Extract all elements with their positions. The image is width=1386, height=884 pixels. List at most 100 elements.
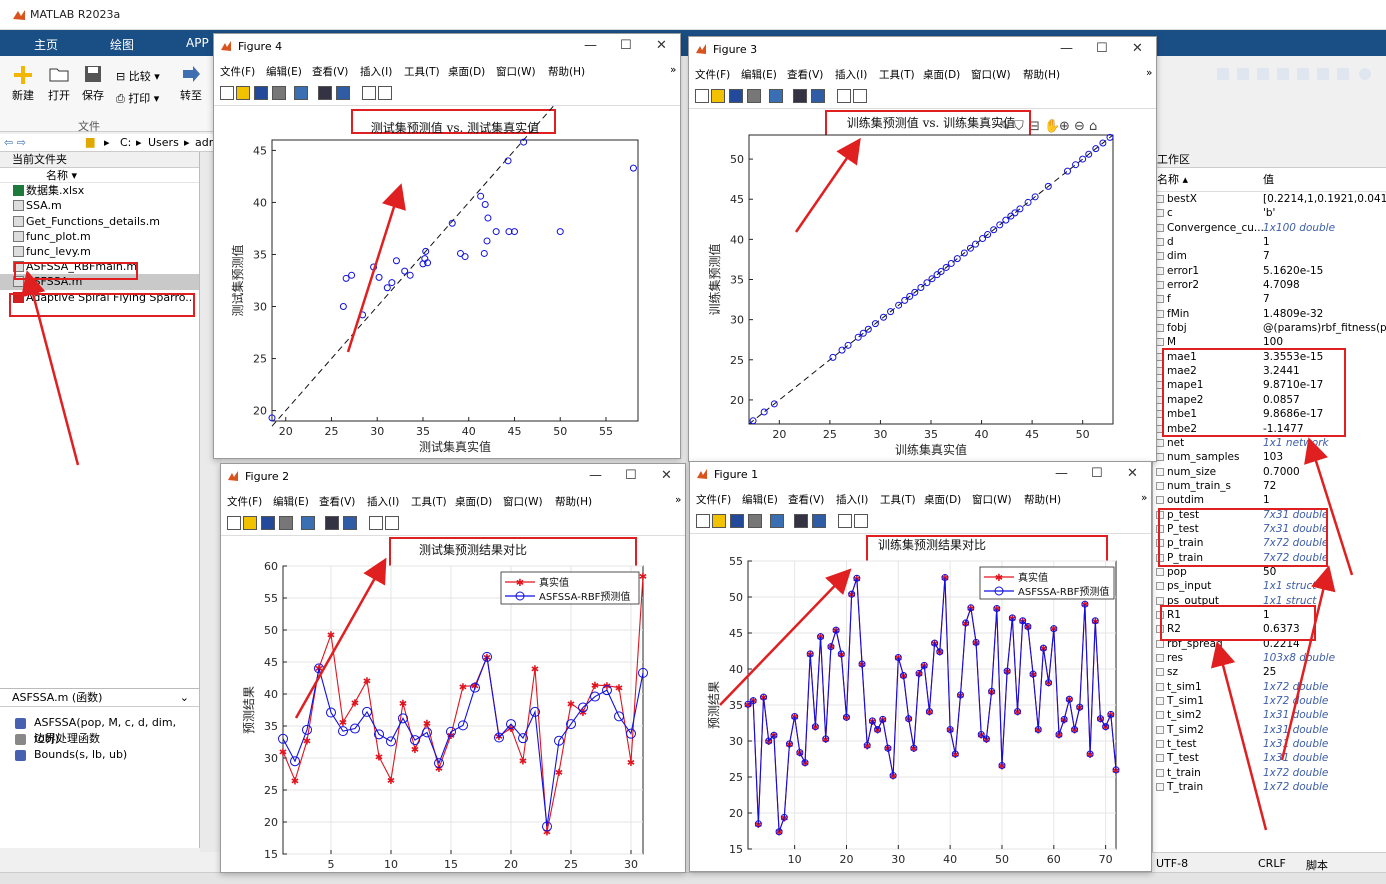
workspace-variable-row[interactable]: ps_output 1x1 struct — [1153, 594, 1386, 608]
link-icon[interactable] — [770, 514, 784, 528]
close-button[interactable]: ✕ — [656, 38, 667, 53]
property-editor-icon[interactable] — [385, 516, 399, 530]
menu-item[interactable]: 桌面(D) — [448, 64, 485, 79]
workspace-variable-row[interactable]: T_sim2 1x31 double — [1153, 723, 1386, 737]
minimize-button[interactable]: — — [1055, 466, 1068, 481]
file-item[interactable]: Get_Functions_details.m — [0, 214, 199, 229]
maximize-button[interactable]: ☐ — [625, 468, 637, 483]
workspace-variable-row[interactable]: p_train 7x72 double — [1153, 536, 1386, 550]
menu-item[interactable]: 帮助(H) — [555, 494, 592, 509]
menu-item[interactable]: 文件(F) — [227, 494, 262, 509]
workspace-variable-row[interactable]: num_samples 103 — [1153, 450, 1386, 464]
menu-item[interactable]: 窗口(W) — [972, 492, 1012, 507]
colorbar-icon[interactable] — [794, 514, 808, 528]
address-bar[interactable]: ⇦ ⇨ ▆ ▸ C: ▸ Users ▸ adm — [0, 134, 219, 152]
workspace-variable-row[interactable]: rbf_spread 0.2214 — [1153, 637, 1386, 651]
workspace-variable-row[interactable]: R2 0.6373 — [1153, 622, 1386, 636]
close-button[interactable]: ✕ — [1127, 466, 1138, 481]
path-users[interactable]: Users — [148, 136, 179, 149]
path-drive[interactable]: C: — [120, 136, 131, 149]
menu-item[interactable]: 插入(I) — [836, 492, 868, 507]
menu-overflow-icon[interactable]: » — [1141, 492, 1147, 504]
tab-home[interactable]: 主页 — [34, 36, 58, 53]
name-column-header[interactable]: 名称 ▾ — [0, 168, 199, 184]
save-icon[interactable] — [729, 89, 743, 103]
menu-item[interactable]: 插入(I) — [367, 494, 399, 509]
link-icon[interactable] — [301, 516, 315, 530]
open-file-icon[interactable] — [243, 516, 257, 530]
workspace-variable-row[interactable]: outdim 1 — [1153, 493, 1386, 507]
workspace-variable-row[interactable]: pop 50 — [1153, 565, 1386, 579]
figure-title-bar[interactable]: Figure 2 — ☐ ✕ — [221, 464, 685, 490]
menu-item[interactable]: 工具(T) — [411, 494, 447, 509]
save-button[interactable]: 保存 — [82, 64, 104, 103]
file-item[interactable]: ASFSSA_RBFmain.m — [0, 259, 199, 274]
ws-value-header[interactable]: 值 — [1263, 168, 1274, 192]
print-icon[interactable] — [272, 86, 286, 100]
menu-overflow-icon[interactable]: » — [670, 64, 676, 76]
save-icon[interactable] — [730, 514, 744, 528]
pointer-icon[interactable] — [362, 86, 376, 100]
menu-item[interactable]: 编辑(E) — [742, 492, 778, 507]
menu-item[interactable]: 帮助(H) — [1024, 492, 1061, 507]
menu-item[interactable]: 窗口(W) — [503, 494, 543, 509]
new-figure-icon[interactable] — [220, 86, 234, 100]
legend-icon[interactable] — [336, 86, 350, 100]
file-item[interactable]: Adaptive Spiral Flying Sparro... — [0, 290, 199, 305]
print-icon[interactable] — [748, 514, 762, 528]
tab-plots[interactable]: 绘图 — [110, 36, 134, 53]
file-item-selected[interactable]: ASFSSA.m — [0, 274, 199, 290]
ws-name-header[interactable]: 名称 ▴ — [1157, 168, 1188, 192]
property-editor-icon[interactable] — [854, 514, 868, 528]
menu-item[interactable]: 文件(F) — [695, 67, 730, 82]
workspace-variable-row[interactable]: t_sim1 1x72 double — [1153, 680, 1386, 694]
menu-item[interactable]: 桌面(D) — [923, 67, 960, 82]
minimize-button[interactable]: — — [584, 38, 597, 53]
nav-back-icon[interactable]: ⇦ ⇨ — [4, 136, 26, 149]
workspace-variable-row[interactable]: M 100 — [1153, 335, 1386, 349]
workspace-variable-row[interactable]: t_test 1x31 double — [1153, 737, 1386, 751]
function-item[interactable]: ASFSSA(pop, M, c, d, dim, fobj) — [0, 715, 199, 745]
figure-title-bar[interactable]: Figure 1 — ☐ ✕ — [690, 462, 1151, 488]
print-button[interactable]: ⎙ 打印 ▾ — [116, 90, 159, 106]
open-file-icon[interactable] — [711, 89, 725, 103]
workspace-variable-row[interactable]: mae2 3.2441 — [1153, 364, 1386, 378]
workspace-variable-row[interactable]: T_train 1x72 double — [1153, 780, 1386, 794]
link-icon[interactable] — [769, 89, 783, 103]
file-item[interactable]: func_plot.m — [0, 229, 199, 244]
workspace-variable-row[interactable]: mape1 9.8710e-17 — [1153, 378, 1386, 392]
menu-item[interactable]: 编辑(E) — [266, 64, 302, 79]
minimize-button[interactable]: — — [1060, 41, 1073, 56]
workspace-variable-row[interactable]: P_train 7x72 double — [1153, 551, 1386, 565]
menu-item[interactable]: 查看(V) — [312, 64, 348, 79]
workspace-variable-row[interactable]: f7 — [1153, 292, 1386, 306]
maximize-button[interactable]: ☐ — [620, 38, 632, 53]
workspace-variable-row[interactable]: fobj @(params)rbf_fitness(pa — [1153, 321, 1386, 335]
pointer-icon[interactable] — [838, 514, 852, 528]
figure-title-bar[interactable]: Figure 3 — ☐ ✕ — [689, 37, 1156, 63]
menu-overflow-icon[interactable]: » — [1146, 67, 1152, 79]
minimize-button[interactable]: — — [589, 468, 602, 483]
workspace-variable-row[interactable]: P_test 7x31 double — [1153, 522, 1386, 536]
tab-apps[interactable]: APP — [186, 36, 209, 50]
compare-button[interactable]: ⊟ 比较 ▾ — [116, 68, 160, 84]
workspace-variable-row[interactable]: R1 1 — [1153, 608, 1386, 622]
file-item[interactable]: func_levy.m — [0, 244, 199, 259]
legend-icon[interactable] — [811, 89, 825, 103]
workspace-variable-row[interactable]: ps_input 1x1 struct — [1153, 579, 1386, 593]
workspace-variable-row[interactable]: T_test 1x31 double — [1153, 751, 1386, 765]
menu-item[interactable]: 查看(V) — [788, 492, 824, 507]
menu-item[interactable]: 查看(V) — [787, 67, 823, 82]
print-icon[interactable] — [279, 516, 293, 530]
workspace-variable-row[interactable]: mae1 3.3553e-15 — [1153, 350, 1386, 364]
workspace-variable-row[interactable]: num_size 0.7000 — [1153, 465, 1386, 479]
chevron-down-icon[interactable]: ⌄ — [180, 689, 189, 707]
maximize-button[interactable]: ☐ — [1091, 466, 1103, 481]
menu-item[interactable]: 编辑(E) — [273, 494, 309, 509]
save-icon[interactable] — [261, 516, 275, 530]
menu-item[interactable]: 窗口(W) — [971, 67, 1011, 82]
menu-overflow-icon[interactable]: » — [675, 494, 681, 506]
workspace-variable-row[interactable]: mbe2 -1.1477 — [1153, 422, 1386, 436]
menu-item[interactable]: 文件(F) — [696, 492, 731, 507]
menu-item[interactable]: 帮助(H) — [548, 64, 585, 79]
